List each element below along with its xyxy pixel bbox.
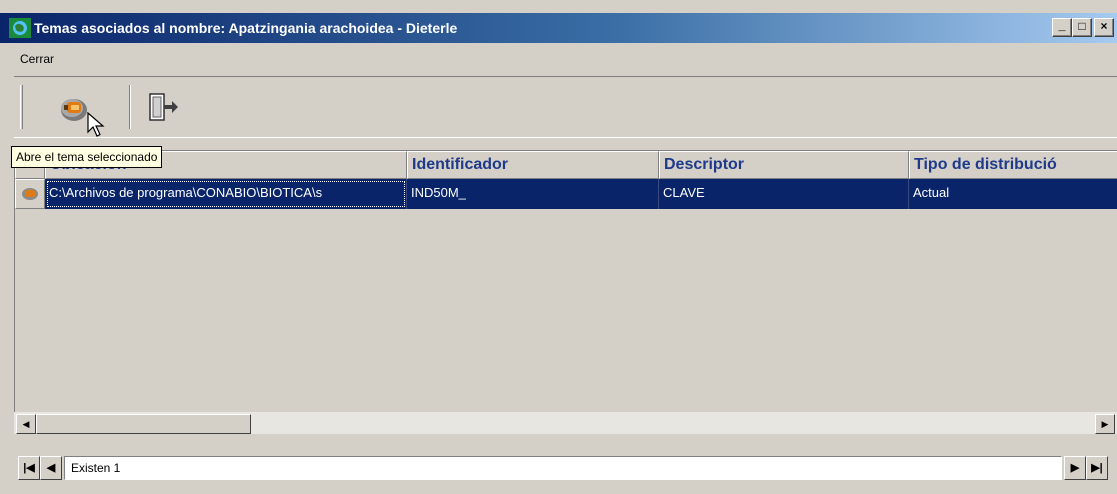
cell-tipo[interactable]: Actual (909, 179, 1117, 209)
scroll-left-button[interactable]: ◀ (16, 414, 36, 434)
horizontal-scrollbar[interactable]: ◀ ▶ (14, 412, 1117, 434)
header-tipo-distribucion[interactable]: Tipo de distribució (909, 151, 1117, 179)
theme-row-icon (22, 188, 38, 200)
window-title: Temas asociados al nombre: Apatzingania … (34, 20, 458, 36)
scroll-thumb[interactable] (36, 414, 251, 434)
header-identificador[interactable]: Identificador (407, 151, 659, 179)
table-row[interactable]: C:\Archivos de programa\CONABIO\BIOTICA\… (15, 179, 1117, 209)
minimize-button[interactable]: _ (1052, 18, 1072, 37)
previous-record-button[interactable]: ◀ (40, 456, 62, 480)
mouse-pointer-icon (87, 112, 105, 137)
cell-descriptor[interactable]: CLAVE (659, 179, 909, 209)
themes-table: Ubicación Identificador Descriptor Tipo … (14, 150, 1117, 412)
toolbar-separator (129, 85, 131, 129)
record-count-status: Existen 1 (64, 456, 1062, 480)
last-record-button[interactable]: ▶| (1086, 456, 1108, 480)
toolbar (14, 76, 1117, 138)
menu-item-cerrar[interactable]: Cerrar (20, 52, 54, 66)
exit-door-icon (149, 93, 178, 121)
row-indicator[interactable] (15, 179, 45, 209)
scroll-right-button[interactable]: ▶ (1095, 414, 1115, 434)
app-globe-icon (9, 18, 31, 38)
maximize-button[interactable]: □ (1072, 18, 1092, 37)
title-bar: Temas asociados al nombre: Apatzingania … (0, 13, 1117, 43)
next-record-button[interactable]: ▶ (1064, 456, 1086, 480)
tooltip: Abre el tema seleccionado (11, 146, 163, 168)
record-navigator: |◀ ◀ Existen 1 ▶ ▶| (14, 452, 1117, 486)
cell-ubicacion[interactable]: C:\Archivos de programa\CONABIO\BIOTICA\… (45, 179, 407, 209)
toolbar-grip[interactable] (20, 85, 23, 129)
header-descriptor[interactable]: Descriptor (659, 151, 909, 179)
menu-bar: Cerrar (0, 44, 1117, 72)
first-record-button[interactable]: |◀ (18, 456, 40, 480)
close-button[interactable]: × (1094, 18, 1114, 37)
cell-identificador[interactable]: IND50M_ (407, 179, 659, 209)
table-header: Ubicación Identificador Descriptor Tipo … (15, 151, 1117, 179)
exit-button[interactable] (142, 85, 182, 129)
